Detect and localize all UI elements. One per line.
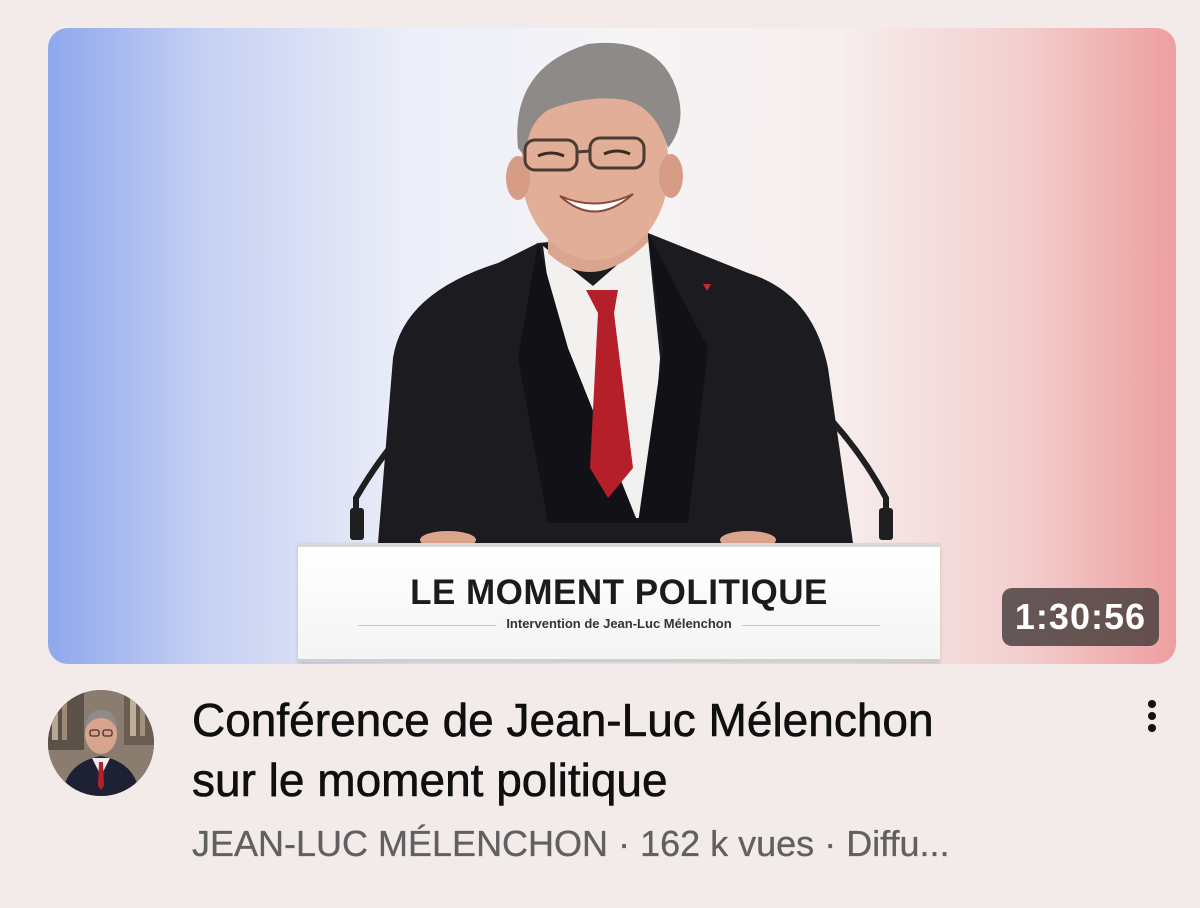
video-thumbnail[interactable]: LE MOMENT POLITIQUE Intervention de Jean… (48, 28, 1176, 664)
view-count: 162 k vues (640, 823, 815, 864)
meta-separator: · (618, 823, 631, 864)
podium-subtitle: Intervention de Jean-Luc Mélenchon (496, 616, 742, 631)
channel-avatar[interactable] (48, 690, 154, 796)
more-dot (1148, 712, 1156, 720)
duration-badge: 1:30:56 (1001, 588, 1159, 646)
video-card[interactable]: LE MOMENT POLITIQUE Intervention de Jean… (0, 0, 1200, 908)
video-metadata: JEAN-LUC MÉLENCHON · 162 k vues · Diffu... (192, 822, 950, 866)
meta-separator: · (824, 823, 837, 864)
channel-name[interactable]: JEAN-LUC MÉLENCHON (192, 823, 608, 864)
podium-banner: LE MOMENT POLITIQUE Intervention de Jean… (298, 543, 940, 662)
broadcast-status: Diffu... (846, 823, 950, 864)
podium-title: LE MOMENT POLITIQUE (410, 573, 828, 612)
more-dot (1148, 700, 1156, 708)
more-vert-icon[interactable] (1130, 692, 1174, 740)
channel-avatar-image (48, 690, 154, 796)
video-title[interactable]: Conférence de Jean-Luc Mélenchon sur le … (192, 690, 1112, 810)
video-title-line-1: Conférence de Jean-Luc Mélenchon (192, 694, 934, 747)
more-dot (1148, 724, 1156, 732)
video-title-line-2: sur le moment politique (192, 754, 668, 807)
